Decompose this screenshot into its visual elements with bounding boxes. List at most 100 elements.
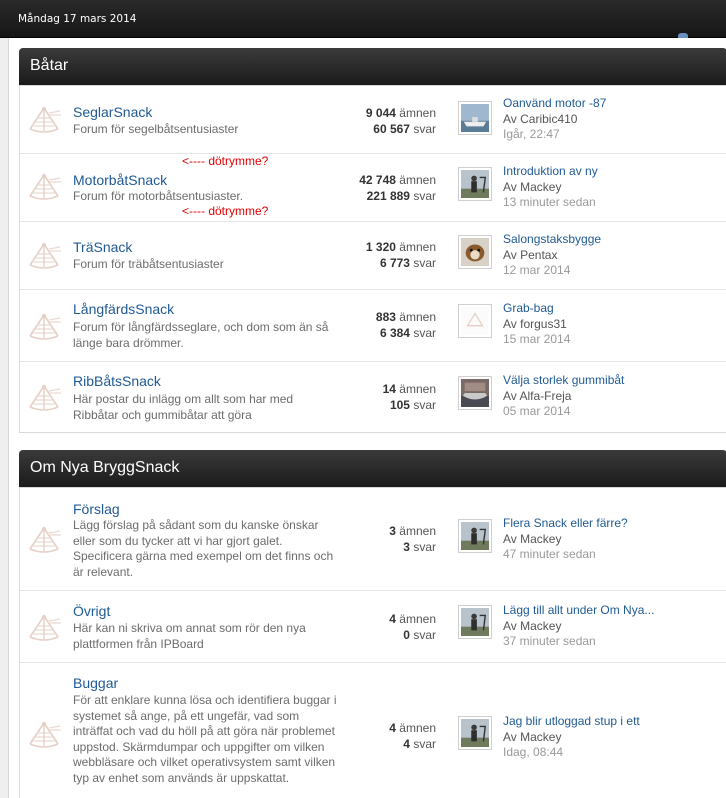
post-count-label: svar xyxy=(413,189,436,203)
forum-icon xyxy=(29,384,62,411)
forum-description: Forum för motorbåtsentusiaster. xyxy=(73,189,244,203)
forum-description: Forum för långfärdsseglare, och dom som … xyxy=(73,320,329,350)
category-header-batar[interactable]: Båtar xyxy=(19,48,726,85)
post-count: 60 567 xyxy=(373,122,410,136)
last-post-title[interactable]: Introduktion av ny xyxy=(503,164,723,180)
forum-index: Båtar SeglarSnack Forum för segelbåtsent… xyxy=(8,38,726,798)
post-count: 6 384 xyxy=(379,326,410,340)
last-post-title[interactable]: Lägg till allt under Om Nya... xyxy=(503,603,723,619)
last-post-author[interactable]: Av Mackey xyxy=(503,180,723,196)
last-post-author[interactable]: Av forgus31 xyxy=(503,317,723,333)
annotation-dead-space: <---- dötrymme? xyxy=(182,154,269,168)
post-count: 6 773 xyxy=(379,256,410,270)
forum-icon xyxy=(29,614,62,641)
avatar[interactable] xyxy=(458,605,492,639)
last-post-time: Idag, 08:44 xyxy=(503,745,564,759)
avatar[interactable] xyxy=(458,304,492,338)
topic-count-label: ämnen xyxy=(399,240,436,254)
forum-row: Övrigt Här kan ni skriva om annat som rö… xyxy=(20,591,726,663)
avatar[interactable] xyxy=(458,376,492,410)
forum-name[interactable]: MotorbåtSnack xyxy=(73,172,167,188)
person-photo-icon xyxy=(461,719,489,747)
forum-name[interactable]: Buggar xyxy=(73,675,118,691)
last-post-time: 15 mar 2014 xyxy=(503,332,571,346)
forum-icon xyxy=(29,313,62,340)
forum-name[interactable]: SeglarSnack xyxy=(73,104,152,120)
forum-name[interactable]: Förslag xyxy=(73,501,120,517)
last-post-author[interactable]: Av Pentax xyxy=(503,248,723,264)
category-header-om-nya-bryggsnack[interactable]: Om Nya BryggSnack xyxy=(19,450,726,487)
last-post: Välja storlek gummibåt Av Alfa-Freja 05 … xyxy=(503,373,723,420)
last-post-title[interactable]: Flera Snack eller färre? xyxy=(503,516,723,532)
last-post-title[interactable]: Grab-bag xyxy=(503,301,723,317)
forum-description: Lägg förslag på sådant som du kanske öns… xyxy=(73,518,334,579)
topic-count: 3 xyxy=(389,524,396,538)
last-post-title[interactable]: Jag blir utloggad stup i ett xyxy=(503,714,723,730)
avatar[interactable] xyxy=(458,519,492,553)
topic-count: 14 xyxy=(382,382,396,396)
post-count-label: svar xyxy=(413,737,436,751)
person-photo-icon xyxy=(461,170,489,198)
forum-icon xyxy=(29,526,62,553)
post-count: 0 xyxy=(403,628,410,642)
topic-count-label: ämnen xyxy=(399,106,436,120)
post-count-label: svar xyxy=(413,628,436,642)
avatar[interactable] xyxy=(458,101,492,135)
topic-count: 883 xyxy=(375,310,396,324)
avatar[interactable] xyxy=(458,716,492,750)
topic-count-label: ämnen xyxy=(399,721,436,735)
boat-photo-icon xyxy=(461,104,489,132)
last-post-title[interactable]: Välja storlek gummibåt xyxy=(503,373,723,389)
forum-row: SeglarSnack Forum för segelbåtsentusiast… xyxy=(20,86,726,154)
forum-stats: 9 044 ämnen 60 567 svar xyxy=(316,105,436,137)
last-post-author[interactable]: Av Mackey xyxy=(503,619,723,635)
last-post-author[interactable]: Av Alfa-Freja xyxy=(503,389,723,405)
topic-count: 4 xyxy=(389,721,396,735)
topic-count: 42 748 xyxy=(359,173,396,187)
forum-name[interactable]: Övrigt xyxy=(73,603,110,619)
forum-stats: 883 ämnen 6 384 svar xyxy=(316,309,436,341)
last-post-author[interactable]: Av Mackey xyxy=(503,730,723,746)
last-post-time: 13 minuter sedan xyxy=(503,195,596,209)
topic-count: 4 xyxy=(389,612,396,626)
last-post-title[interactable]: Salongstaksbygge xyxy=(503,232,723,248)
person-photo-icon xyxy=(461,608,489,636)
dog-photo-icon xyxy=(461,238,489,266)
last-post-author[interactable]: Av Caribic410 xyxy=(503,112,723,128)
last-post: Salongstaksbygge Av Pentax 12 mar 2014 xyxy=(503,232,723,279)
post-count-label: svar xyxy=(413,540,436,554)
forum-icon xyxy=(29,106,62,133)
post-count: 4 xyxy=(403,737,410,751)
forum-name[interactable]: LångfärdsSnack xyxy=(73,301,174,317)
rib-boat-photo-icon xyxy=(461,379,489,407)
last-post-time: 37 minuter sedan xyxy=(503,634,596,648)
last-post-author[interactable]: Av Mackey xyxy=(503,532,723,548)
post-count-label: svar xyxy=(413,256,436,270)
post-count: 105 xyxy=(389,398,410,412)
forum-description: Här kan ni skriva om annat som rör den n… xyxy=(73,621,306,651)
post-count: 221 889 xyxy=(366,189,410,203)
forum-name[interactable]: TräSnack xyxy=(73,239,132,255)
last-post-title[interactable]: Oanvänd motor -87 xyxy=(503,96,723,112)
forum-row: RibBåtsSnack Här postar du inlägg om all… xyxy=(20,362,726,433)
last-post: Lägg till allt under Om Nya... Av Mackey… xyxy=(503,603,723,650)
last-post: Introduktion av ny Av Mackey 13 minuter … xyxy=(503,164,723,211)
forum-description: Forum för segelbåtsentusiaster xyxy=(73,122,239,136)
topic-count-label: ämnen xyxy=(399,173,436,187)
forum-stats: 3 ämnen 3 svar xyxy=(316,523,436,555)
forum-row: LångfärdsSnack Forum för långfärdsseglar… xyxy=(20,290,726,362)
date-label: Måndag 17 mars 2014 xyxy=(18,13,137,25)
forum-description: För att enklare kunna lösa och identifie… xyxy=(73,693,337,785)
post-count-label: svar xyxy=(413,326,436,340)
forum-row: Förslag Lägg förslag på sådant som du ka… xyxy=(20,488,726,591)
topic-count: 1 320 xyxy=(365,240,396,254)
avatar[interactable] xyxy=(458,167,492,201)
last-post: Jag blir utloggad stup i ett Av Mackey I… xyxy=(503,714,723,761)
last-post-time: Igår, 22:47 xyxy=(503,127,560,141)
person-photo-icon xyxy=(461,522,489,550)
forum-name[interactable]: RibBåtsSnack xyxy=(73,373,161,389)
post-count: 3 xyxy=(403,540,410,554)
forum-icon xyxy=(29,173,62,200)
avatar[interactable] xyxy=(458,235,492,269)
forum-row: <---- dötrymme? MotorbåtSnack Forum för … xyxy=(20,154,726,222)
